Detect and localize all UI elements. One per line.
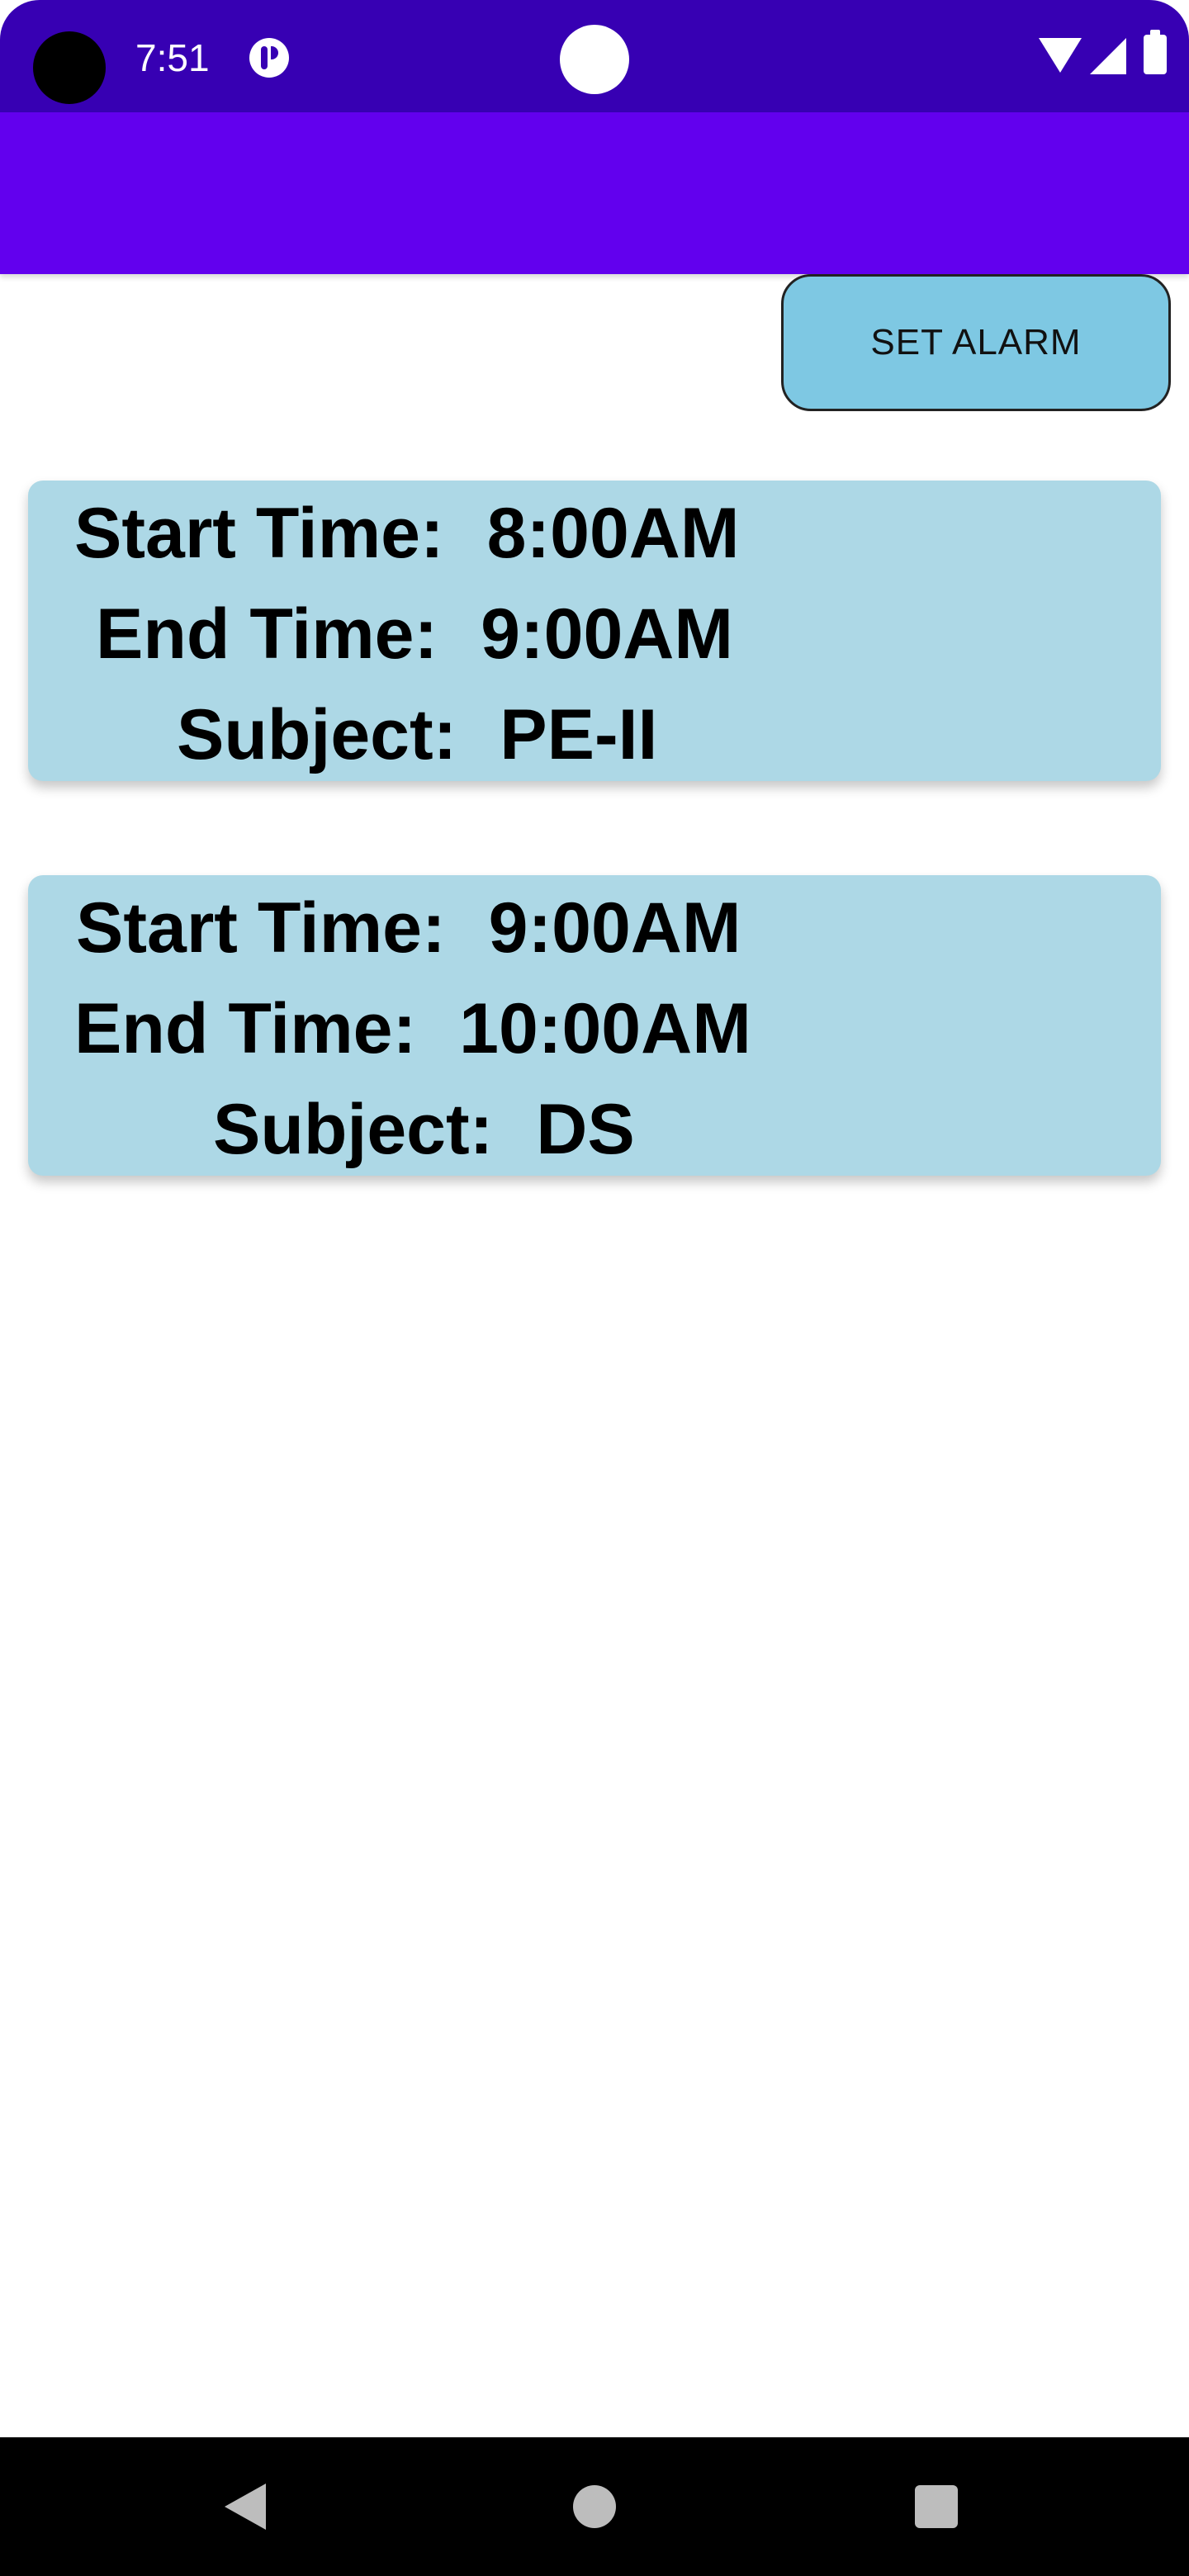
home-icon[interactable] <box>573 2485 616 2528</box>
subject-value: PE-II <box>500 695 658 774</box>
end-time-row: End Time: 10:00AM <box>74 987 751 1070</box>
end-time-value: 9:00AM <box>481 594 734 674</box>
navigation-bar <box>0 2437 1189 2576</box>
status-time: 7:51 <box>135 36 210 79</box>
end-time-value: 10:00AM <box>459 989 751 1068</box>
camera-hole <box>33 31 106 104</box>
signal-icon <box>1090 38 1126 74</box>
schedule-card[interactable]: Start Time: 9:00AM End Time: 10:00AM Subje… <box>28 875 1161 1176</box>
app-notification-icon <box>249 38 289 78</box>
start-time-row: Start Time: 9:00AM <box>76 887 741 969</box>
recents-icon[interactable] <box>915 2485 958 2528</box>
back-icon[interactable] <box>225 2484 266 2530</box>
status-bar: 7:51 <box>0 0 1189 112</box>
start-time-value: 8:00AM <box>486 494 740 573</box>
subject-label: Subject: <box>213 1090 494 1169</box>
status-center-indicator <box>560 25 629 94</box>
battery-icon <box>1144 30 1167 74</box>
subject-value: DS <box>536 1090 635 1169</box>
app-bar <box>0 112 1189 274</box>
start-time-label: Start Time: <box>74 494 444 573</box>
schedule-card[interactable]: Start Time: 8:00AM End Time: 9:00AM Subjec… <box>28 481 1161 781</box>
subject-row: Subject: PE-II <box>177 694 657 776</box>
end-time-row: End Time: 9:00AM <box>96 593 733 675</box>
app-screen: 7:51 SET ALARM Start Time: 8:00AM End Tim… <box>0 0 1189 2576</box>
subject-row: Subject: DS <box>213 1088 635 1171</box>
subject-label: Subject: <box>177 695 457 774</box>
wifi-icon <box>1039 38 1082 73</box>
end-time-label: End Time: <box>96 594 438 674</box>
end-time-label: End Time: <box>74 989 417 1068</box>
set-alarm-button[interactable]: SET ALARM <box>781 274 1171 411</box>
start-time-row: Start Time: 8:00AM <box>74 492 740 575</box>
start-time-value: 9:00AM <box>488 888 741 968</box>
start-time-label: Start Time: <box>76 888 446 968</box>
